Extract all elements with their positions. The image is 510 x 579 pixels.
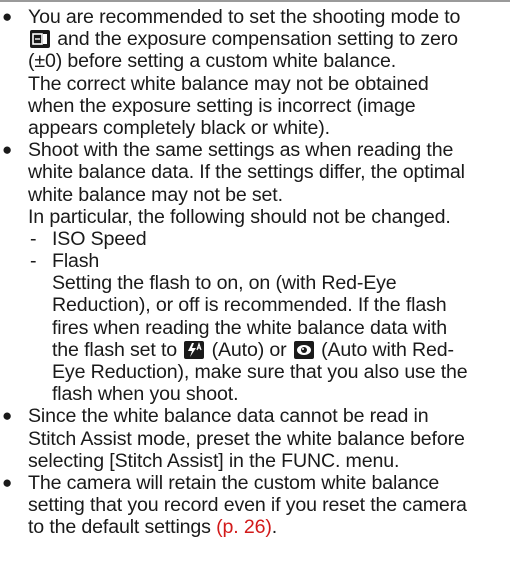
bullet-1-symbol: ● xyxy=(2,7,13,26)
document-body: ● You are recommended to set the shootin… xyxy=(0,6,510,539)
bullet-1-line-1: ● You are recommended to set the shootin… xyxy=(2,6,461,28)
top-rule xyxy=(0,0,510,2)
flash-note-line-6: flash when you shoot. xyxy=(52,383,239,406)
sub-item-iso-speed: - ISO Speed xyxy=(30,227,147,250)
bullet-2-line-2: white balance data. If the settings diff… xyxy=(28,161,465,184)
bullet-4-line-1: ● The camera will retain the custom whit… xyxy=(2,471,440,494)
flash-note-line-3: fires when reading the white balance dat… xyxy=(52,316,448,339)
bullet-1-line-4: The correct white balance may not be obt… xyxy=(28,72,429,95)
bullet-2-line-3: white balance may not be set. xyxy=(28,183,283,206)
flash-note-line-1: Setting the flash to on, on (with Red-Ey… xyxy=(52,272,397,295)
bullet-4-line-2: setting that you record even if you rese… xyxy=(28,494,467,517)
bullet-1-line-2: and the exposure compensation setting to… xyxy=(0,28,510,50)
bullet-3-symbol: ● xyxy=(2,406,13,426)
bullet-2-line-1: ● Shoot with the same settings as when r… xyxy=(2,139,454,162)
bullet-1-line-3: (±0) before setting a custom white balan… xyxy=(28,50,397,73)
bullet-2-line-4: In particular, the following should not … xyxy=(28,205,451,228)
bullet-3-line-1: ● Since the white balance data cannot be… xyxy=(2,405,429,428)
bullet-1-line-5: when the exposure setting is incorrect (… xyxy=(28,94,416,117)
bullet-2-symbol: ● xyxy=(2,140,13,160)
bullet-3-line-3: selecting [Stitch Assist] in the FUNC. m… xyxy=(28,449,400,472)
flash-note-line-2: Reduction), or off is recommended. If th… xyxy=(52,294,447,317)
flash-note-line-5: Eye Reduction), make sure that you also … xyxy=(52,361,468,383)
bullet-1-line-6: appears completely black or white). xyxy=(28,116,330,139)
bullet-4-line-3: to the default settings (p. 26). xyxy=(28,516,278,539)
sub-item-flash: - Flash xyxy=(30,250,100,273)
page-reference-link[interactable]: (p. 26) xyxy=(216,516,272,538)
flash-note-line-4: the flash set to (Auto) or (Auto with Re… xyxy=(0,339,510,361)
bullet-3-line-2: Stitch Assist mode, preset the white bal… xyxy=(28,427,465,450)
bullet-4-symbol: ● xyxy=(2,472,13,492)
